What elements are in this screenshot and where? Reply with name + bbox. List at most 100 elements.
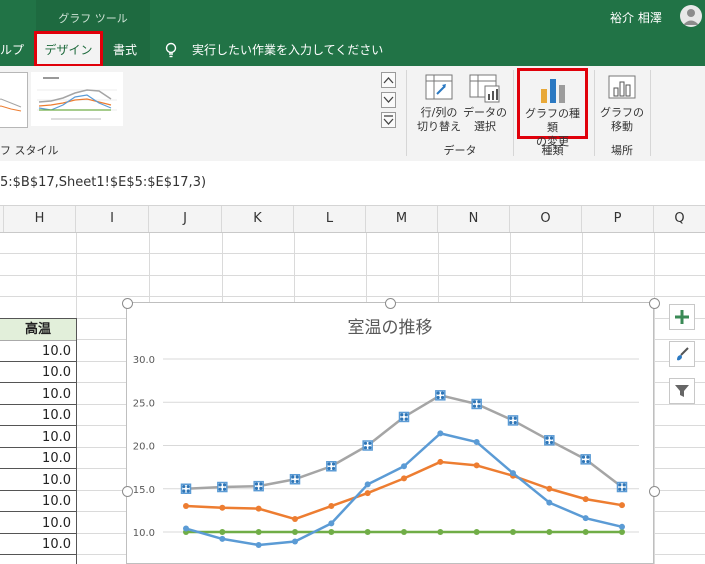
data-point-selected[interactable]: [398, 411, 410, 423]
data-point-selected[interactable]: [217, 481, 228, 493]
data-point[interactable]: [364, 529, 371, 535]
data-point[interactable]: [328, 520, 335, 527]
data-point[interactable]: [255, 541, 262, 548]
column-header-n[interactable]: N: [438, 206, 510, 232]
data-point-selected[interactable]: [435, 390, 446, 401]
column-header-j[interactable]: J: [149, 206, 222, 232]
series-line-0[interactable]: [185, 394, 623, 490]
user-name[interactable]: 裕介 相澤: [610, 9, 662, 26]
column-header-l[interactable]: L: [294, 206, 366, 232]
data-point[interactable]: [292, 516, 298, 523]
data-point[interactable]: [582, 496, 589, 503]
column-header-m[interactable]: M: [366, 206, 438, 232]
gallery-scroll-up[interactable]: [381, 72, 396, 88]
resize-handle-top[interactable]: [385, 298, 396, 309]
data-point[interactable]: [328, 503, 335, 510]
data-point[interactable]: [437, 430, 444, 437]
chart-filters-button[interactable]: [669, 378, 695, 404]
cell-h9[interactable]: 10.0: [0, 405, 76, 426]
change-chart-type-button[interactable]: グラフの種類 の変更: [517, 68, 588, 148]
data-point[interactable]: [473, 439, 480, 446]
data-point[interactable]: [364, 490, 371, 497]
data-point[interactable]: [510, 470, 516, 477]
data-point-selected[interactable]: [180, 483, 192, 494]
move-chart-button[interactable]: グラフの 移動: [599, 72, 645, 138]
data-point[interactable]: [437, 529, 444, 535]
cell-h15[interactable]: 10.0: [0, 534, 76, 555]
select-data-button[interactable]: データの 選択: [463, 72, 507, 138]
resize-handle-top-left[interactable]: [122, 298, 133, 309]
chart-styles-button[interactable]: [669, 341, 695, 367]
gallery-scroll-down[interactable]: [381, 92, 396, 108]
data-point-selected[interactable]: [544, 435, 555, 446]
data-point-selected[interactable]: [471, 398, 482, 410]
data-point-selected[interactable]: [326, 461, 337, 472]
data-point[interactable]: [619, 502, 625, 509]
data-point[interactable]: [183, 525, 189, 532]
data-point[interactable]: [219, 504, 226, 511]
data-point[interactable]: [546, 499, 553, 506]
tell-me-box[interactable]: 実行したい作業を入力してください: [164, 41, 383, 58]
cell-h10[interactable]: 10.0: [0, 427, 76, 448]
cell-h11[interactable]: 10.0: [0, 448, 76, 469]
line-chart[interactable]: 室温の推移 30.0 25.0 20.0 15.0 10.0: [127, 303, 653, 563]
data-point[interactable]: [219, 535, 226, 542]
formula-text[interactable]: 5:$B$17,Sheet1!$E$5:$E$17,3): [0, 175, 206, 190]
cell-h8[interactable]: 10.0: [0, 384, 76, 405]
cell-h13[interactable]: 10.0: [0, 491, 76, 512]
cell-h14[interactable]: 10.0: [0, 513, 76, 534]
data-point[interactable]: [546, 485, 553, 492]
chart-elements-button[interactable]: [669, 304, 695, 330]
resize-handle-left[interactable]: [122, 486, 133, 497]
data-point-selected[interactable]: [253, 480, 264, 492]
resize-handle-right[interactable]: [649, 486, 660, 497]
data-point[interactable]: [437, 458, 444, 465]
data-point[interactable]: [619, 523, 625, 530]
data-point[interactable]: [619, 529, 625, 535]
data-point[interactable]: [401, 475, 407, 482]
data-point[interactable]: [473, 529, 480, 535]
column-header-k[interactable]: K: [222, 206, 294, 232]
tab-design[interactable]: デザイン: [34, 31, 103, 67]
series-line-2[interactable]: [185, 460, 623, 521]
data-point[interactable]: [582, 529, 589, 535]
cell-h12[interactable]: 10.0: [0, 470, 76, 491]
data-point-selected[interactable]: [362, 440, 373, 451]
chart-title[interactable]: 室温の推移: [348, 318, 433, 338]
chart-style-thumb-2[interactable]: [31, 72, 123, 126]
cell-h7[interactable]: 10.0: [0, 362, 76, 383]
tab-help[interactable]: ルプ: [0, 41, 24, 58]
data-point[interactable]: [219, 529, 226, 535]
data-point-selected[interactable]: [580, 454, 591, 465]
data-point[interactable]: [364, 481, 371, 488]
data-point[interactable]: [401, 529, 407, 535]
data-point[interactable]: [473, 462, 480, 469]
data-point[interactable]: [255, 529, 262, 535]
tab-format[interactable]: 書式: [113, 41, 137, 58]
column-header-p[interactable]: P: [582, 206, 654, 232]
column-header-o[interactable]: O: [510, 206, 582, 232]
data-point[interactable]: [582, 515, 589, 522]
data-point[interactable]: [255, 505, 262, 512]
data-point[interactable]: [292, 529, 298, 535]
chart-series-layer[interactable]: [180, 390, 628, 548]
data-point-selected[interactable]: [289, 473, 301, 485]
column-header-i[interactable]: I: [76, 206, 149, 232]
avatar[interactable]: [680, 5, 702, 27]
data-point[interactable]: [401, 463, 407, 470]
chart-style-thumb-1[interactable]: [0, 72, 28, 128]
gallery-more-button[interactable]: [381, 112, 396, 128]
data-point-selected[interactable]: [507, 415, 519, 426]
data-point[interactable]: [328, 529, 335, 535]
data-point-selected[interactable]: [616, 481, 628, 493]
data-point[interactable]: [510, 529, 516, 535]
header-cell-high-temp[interactable]: 高温: [0, 319, 76, 340]
chart-area[interactable]: 室温の推移 30.0 25.0 20.0 15.0 10.0: [126, 302, 654, 564]
data-point[interactable]: [183, 503, 189, 510]
column-header-q[interactable]: Q: [654, 206, 705, 232]
column-header-h[interactable]: H: [4, 206, 76, 232]
data-point[interactable]: [292, 538, 298, 545]
switch-row-column-button[interactable]: 行/列の 切り替え: [417, 72, 461, 138]
data-point[interactable]: [546, 529, 553, 535]
cell-h6[interactable]: 10.0: [0, 341, 76, 362]
